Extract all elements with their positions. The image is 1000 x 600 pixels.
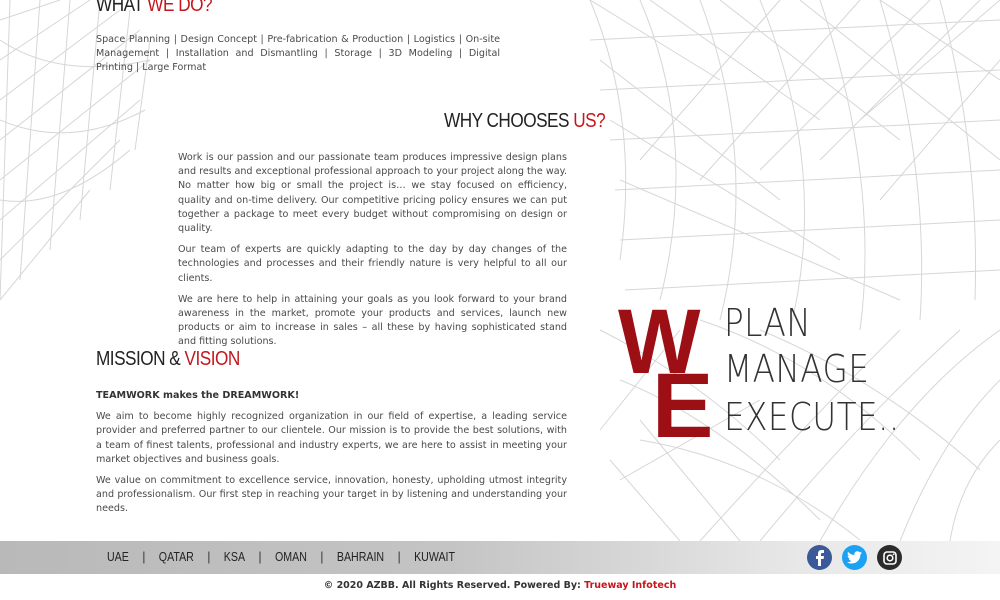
services-text: Space Planning | Design Concept | Pre-fa… (96, 34, 500, 74)
mission-heading-accent: VISION (184, 348, 241, 370)
country-link-bahrain[interactable]: BAHRAIN (337, 550, 384, 564)
separator: | (397, 550, 401, 564)
social-links (807, 545, 902, 570)
country-nav: UAE | QATAR | KSA | OMAN | BAHRAIN | KUW… (107, 550, 455, 564)
why-paragraph: We are here to help in attaining your go… (178, 293, 567, 348)
why-choose-us-heading: WHY CHOOSES US? (444, 110, 606, 133)
separator: | (142, 550, 146, 564)
twitter-icon[interactable] (842, 545, 867, 570)
logo-word-plan: PLAN (724, 301, 812, 345)
mission-vision-body: TEAMWORK makes the DREAMWORK! We aim to … (96, 389, 567, 524)
what-we-do-heading-main: WHAT (96, 0, 148, 16)
why-paragraph: Work is our passion and our passionate t… (178, 152, 567, 235)
why-choose-heading-accent: US? (573, 110, 606, 132)
country-link-kuwait[interactable]: KUWAIT (414, 550, 455, 564)
we-plan-manage-execute-logo: W E PLAN MANAGE EXECUTE.. (618, 296, 918, 452)
logo-letter-e: E (652, 355, 714, 457)
mission-paragraph: We value on commitment to excellence ser… (96, 475, 567, 515)
mission-heading-main: MISSION & (96, 348, 185, 370)
why-choose-us-body: Work is our passion and our passionate t… (178, 151, 567, 357)
logo-word-execute: EXECUTE.. (724, 395, 900, 439)
logo-word-manage: MANAGE (724, 347, 870, 391)
mission-tagline: TEAMWORK makes the DREAMWORK! (96, 390, 300, 401)
facebook-icon[interactable] (807, 545, 832, 570)
country-link-oman[interactable]: OMAN (275, 550, 307, 564)
powered-by-link[interactable]: Trueway Infotech (584, 580, 676, 591)
separator: | (258, 550, 262, 564)
what-we-do-heading-accent: WE DO? (147, 0, 213, 16)
country-link-uae[interactable]: UAE (107, 550, 129, 564)
country-link-ksa[interactable]: KSA (224, 550, 245, 564)
separator: | (320, 550, 324, 564)
why-choose-heading-main: WHY CHOOSES (444, 110, 574, 132)
instagram-icon[interactable] (877, 545, 902, 570)
copyright-line: © 2020 AZBB. All Rights Reserved. Powere… (0, 580, 1000, 591)
mission-vision-heading: MISSION & VISION (96, 348, 240, 371)
services-list: Space Planning | Design Concept | Pre-fa… (96, 33, 500, 83)
why-paragraph: Our team of experts are quickly adapting… (178, 244, 567, 284)
separator: | (207, 550, 211, 564)
mission-paragraph: We aim to become highly recognized organ… (96, 411, 567, 465)
country-link-qatar[interactable]: QATAR (159, 550, 194, 564)
copyright-text: © 2020 AZBB. All Rights Reserved. Powere… (323, 580, 585, 591)
what-we-do-heading: WHAT WE DO? (96, 0, 213, 17)
